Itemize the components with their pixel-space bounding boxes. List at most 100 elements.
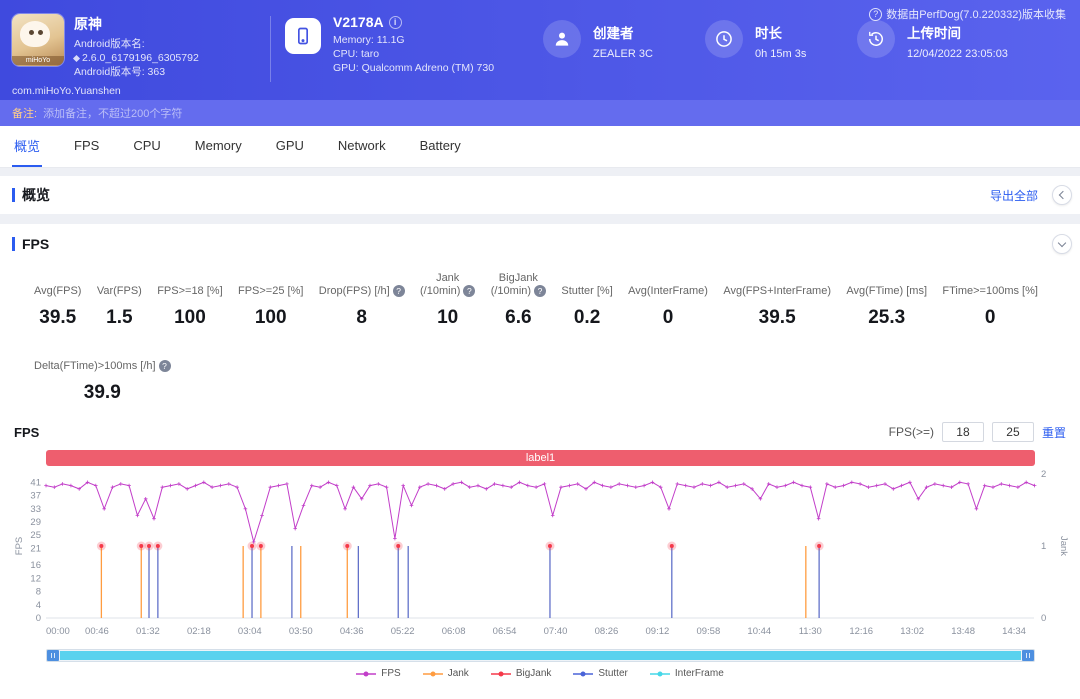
metric-label: Jank (/10min)? [420, 270, 476, 298]
legend-label: FPS [381, 668, 401, 679]
metric-label: BigJank (/10min)? [491, 270, 547, 298]
upload-label: 上传时间 [907, 26, 961, 41]
svg-text:01:32: 01:32 [136, 626, 160, 637]
scrollbar-thumb[interactable] [60, 651, 1021, 660]
scrollbar-right-handle[interactable] [1022, 650, 1034, 661]
package-name: com.miHoYo.Yuanshen [12, 85, 121, 97]
legend-item-fps[interactable]: FPS [356, 668, 401, 679]
help-icon[interactable]: ? [534, 285, 547, 298]
device-info-icon[interactable]: i [388, 15, 402, 29]
android-version-value-row: 2.6.0_6179196_6305792 [72, 51, 199, 65]
game-app-icon: miHoYo [12, 14, 64, 66]
metric-ftime-100ms-: FTime>=100ms [%] 0 [942, 270, 1038, 329]
metric-jank: Jank (/10min)? 10 [420, 270, 476, 329]
header-divider [270, 16, 271, 82]
legend-marker-icon [356, 671, 377, 676]
android-version-value: 2.6.0_6179196_6305792 [82, 52, 199, 64]
svg-text:2: 2 [1041, 469, 1046, 480]
metric-value: 0 [662, 307, 674, 328]
tab-Memory[interactable]: Memory [193, 126, 244, 167]
legend-marker-icon [422, 671, 443, 676]
creator-value: ZEALER 3C [593, 48, 653, 60]
tab-FPS[interactable]: FPS [72, 126, 101, 167]
svg-text:33: 33 [30, 504, 41, 515]
fps-chart-svg[interactable]: 0481216212529333741012FPS Jank00:00 00:46 0… [12, 468, 1069, 640]
collect-version-note: ? 数据由PerfDog(7.0.220332)版本收集 [869, 6, 1066, 22]
metric-avg-interframe-: Avg(InterFrame) 0 [628, 270, 708, 329]
collect-version-text: 数据由PerfDog(7.0.220332)版本收集 [886, 9, 1066, 21]
svg-text:4: 4 [36, 600, 41, 611]
note-label: 备注: [12, 108, 38, 120]
duration-clock-icon [705, 20, 743, 58]
svg-text:37: 37 [30, 491, 41, 502]
chevron-down-icon [1057, 238, 1067, 248]
svg-text:03:50: 03:50 [289, 626, 313, 637]
app-icon-brand-text: miHoYo [12, 56, 64, 65]
svg-text:13:48: 13:48 [951, 626, 975, 637]
chart-label-banner: label1 [46, 450, 1035, 466]
svg-text:02:18: 02:18 [187, 626, 211, 637]
chart-legend: FPS Jank BigJank Stutter InterFrame [0, 668, 1080, 679]
metric-label: FTime>=100ms [%] [942, 285, 1038, 297]
help-icon[interactable]: ? [463, 285, 476, 298]
legend-item-interframe[interactable]: InterFrame [649, 668, 724, 679]
help-icon[interactable]: ? [158, 360, 171, 373]
overview-title: 概览 [12, 185, 50, 205]
duration-value: 0h 15m 3s [755, 48, 807, 60]
legend-item-bigjank[interactable]: BigJank [490, 668, 552, 679]
collapse-panel-button[interactable] [1052, 185, 1072, 205]
svg-text:04:36: 04:36 [340, 626, 364, 637]
android-version-label: Android版本名: [74, 38, 145, 50]
fps-threshold-label: FPS(>=) [888, 425, 934, 439]
metric-avg-fps-interframe-: Avg(FPS+InterFrame) 39.5 [723, 270, 831, 329]
metric-avg-fps-: Avg(FPS) 39.5 [34, 270, 81, 329]
scrollbar-left-handle[interactable] [47, 650, 59, 661]
legend-item-jank[interactable]: Jank [422, 668, 469, 679]
svg-text:06:54: 06:54 [493, 626, 517, 637]
legend-label: BigJank [515, 668, 552, 679]
export-all-link[interactable]: 导出全部 [990, 187, 1038, 204]
creator-person-icon [543, 20, 581, 58]
metric-var-fps-: Var(FPS) 1.5 [97, 270, 142, 329]
note-bar[interactable]: 备注: 添加备注，不超过200个字符 [0, 100, 1080, 126]
fps-chart: 0 4 8 12 16 21 25 29 33 37 41 0 1 2 FPS Jank 00:00 00:46 0… [12, 468, 1069, 645]
tab-GPU[interactable]: GPU [274, 126, 306, 167]
metric-value: 0.2 [573, 307, 601, 328]
tab-概览[interactable]: 概览 [12, 126, 43, 167]
metric-delta-ftime: Delta(FTime)>100ms [/h]? 39.9 [34, 345, 171, 404]
legend-label: InterFrame [674, 668, 724, 679]
svg-text:41: 41 [30, 477, 41, 488]
metric-value: 100 [174, 307, 206, 328]
metric-label: Avg(FPS) [34, 285, 82, 297]
fps-collapse-button[interactable] [1052, 234, 1072, 254]
upload-value: 12/04/2022 23:05:03 [907, 48, 1008, 60]
fps-chart-header: FPS FPS(>=) 重置 [0, 404, 1080, 442]
metric-label: Var(FPS) [96, 285, 142, 297]
svg-text:8: 8 [36, 587, 41, 598]
tab-CPU[interactable]: CPU [131, 126, 162, 167]
fps-threshold-high-input[interactable] [991, 422, 1034, 442]
svg-text:13:02: 13:02 [900, 626, 924, 637]
phone-icon [285, 18, 321, 54]
tab-Network[interactable]: Network [336, 126, 388, 167]
metric-value: 100 [254, 307, 287, 328]
metric-label: Drop(FPS) [/h]? [319, 270, 405, 298]
legend-marker-icon [649, 671, 670, 676]
reset-link[interactable]: 重置 [1042, 424, 1066, 441]
chart-horizontal-scrollbar[interactable] [46, 649, 1035, 662]
fps-chart-title: FPS [14, 424, 40, 440]
svg-text:0: 0 [36, 613, 41, 624]
device-cpu: CPU: taro [333, 48, 380, 60]
metric-label: Stutter [%] [561, 285, 613, 297]
legend-marker-icon [490, 671, 511, 676]
tab-Battery[interactable]: Battery [418, 126, 463, 167]
svg-text:03:04: 03:04 [238, 626, 262, 637]
fps-threshold-low-input[interactable] [941, 422, 984, 442]
fps-metrics-row2: Delta(FTime)>100ms [/h]? 39.9 [0, 329, 1080, 404]
legend-item-stutter[interactable]: Stutter [573, 668, 628, 679]
svg-text:21: 21 [30, 543, 41, 554]
svg-text:10:44: 10:44 [747, 626, 771, 637]
svg-text:16: 16 [30, 560, 41, 571]
help-icon[interactable]: ? [392, 285, 405, 298]
metric-bigjank: BigJank (/10min)? 6.6 [491, 270, 547, 329]
